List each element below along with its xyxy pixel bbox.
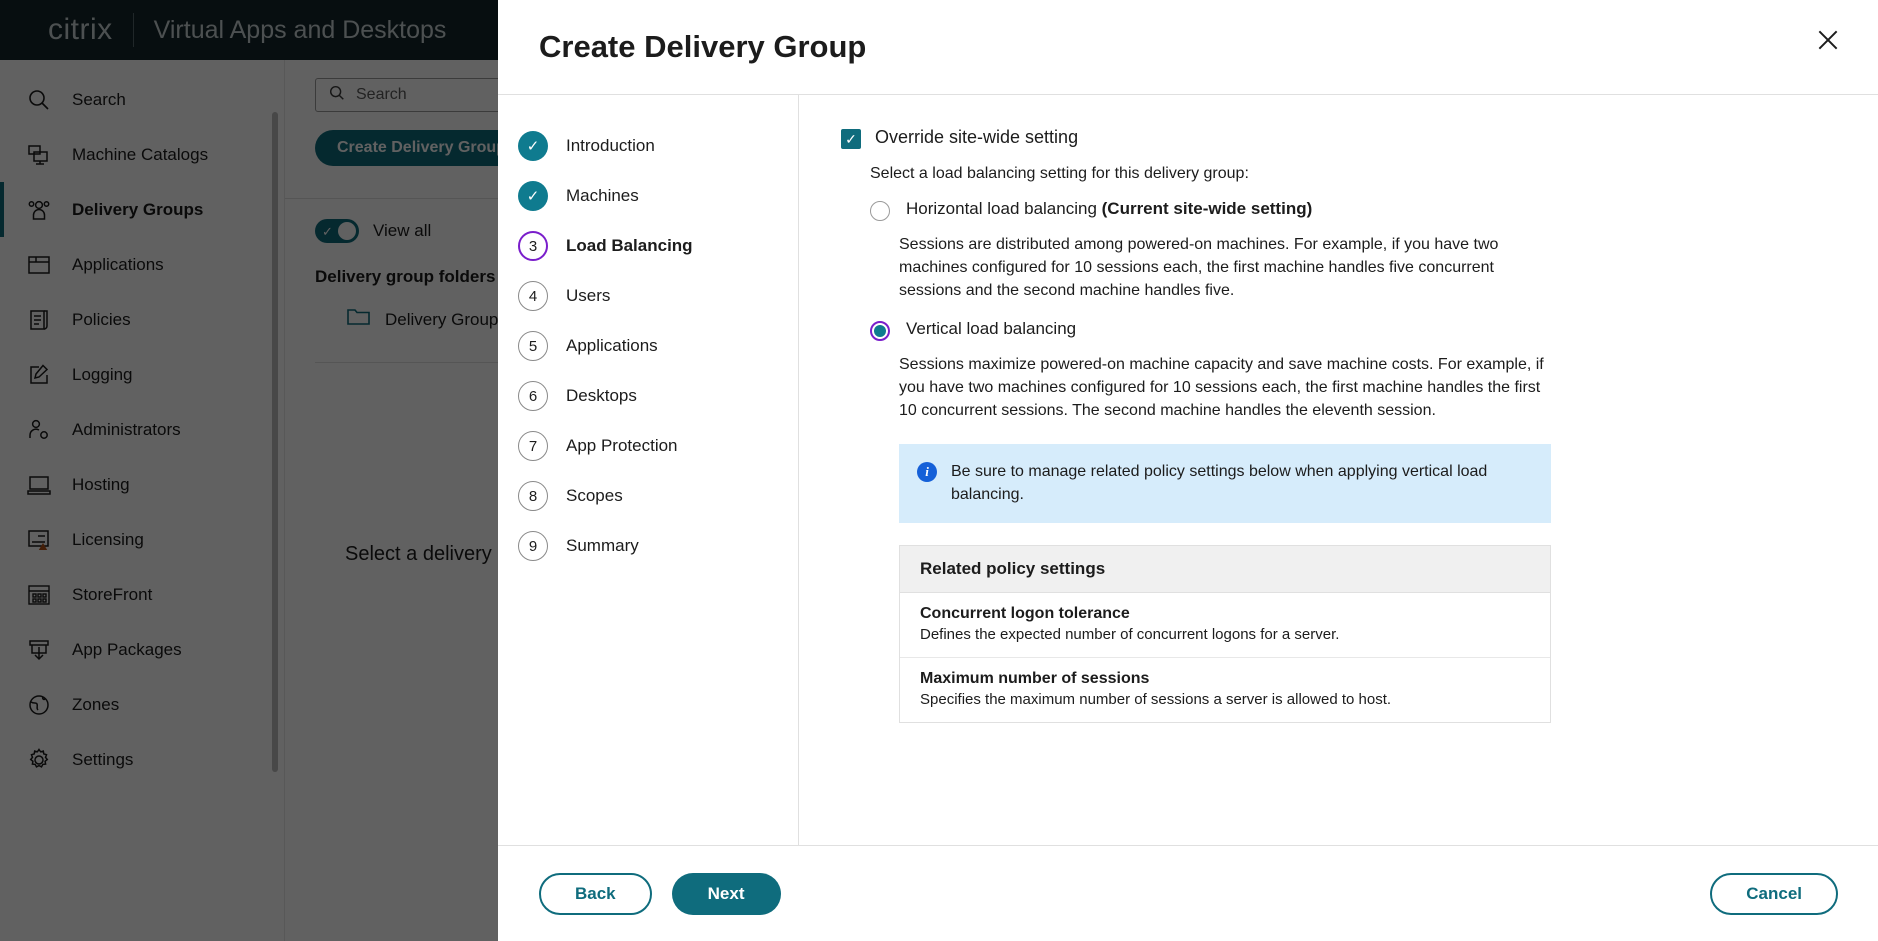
option-vertical-description: Sessions maximize powered-on machine cap… — [899, 353, 1549, 423]
step-badge-number: 7 — [518, 431, 548, 461]
instruction-text: Select a load balancing setting for this… — [870, 165, 1838, 183]
close-icon[interactable] — [1808, 20, 1848, 60]
step-users[interactable]: 4 Users — [498, 271, 798, 321]
next-button[interactable]: Next — [672, 873, 781, 915]
step-app-protection[interactable]: 7 App Protection — [498, 421, 798, 471]
create-delivery-group-dialog: Create Delivery Group ✓ Introduction ✓ M… — [498, 0, 1878, 941]
policy-title: Maximum number of sessions — [920, 670, 1530, 688]
dialog-title: Create Delivery Group — [539, 29, 866, 65]
dialog-footer: Back Next Cancel — [498, 845, 1878, 941]
override-site-wide-row[interactable]: ✓ Override site-wide setting — [841, 127, 1838, 149]
step-label: App Protection — [566, 436, 678, 456]
step-badge-number: 3 — [518, 231, 548, 261]
step-summary[interactable]: 9 Summary — [498, 521, 798, 571]
step-desktops[interactable]: 6 Desktops — [498, 371, 798, 421]
policy-row[interactable]: Maximum number of sessions Specifies the… — [900, 658, 1550, 722]
dialog-header: Create Delivery Group — [498, 0, 1878, 94]
policy-description: Specifies the maximum number of sessions… — [920, 691, 1530, 708]
step-badge-number: 4 — [518, 281, 548, 311]
step-scopes[interactable]: 8 Scopes — [498, 471, 798, 521]
radio-horizontal[interactable] — [870, 201, 890, 221]
step-machines[interactable]: ✓ Machines — [498, 171, 798, 221]
step-label: Applications — [566, 336, 658, 356]
load-balancing-pane: ✓ Override site-wide setting Select a lo… — [799, 95, 1878, 845]
policy-title: Concurrent logon tolerance — [920, 605, 1530, 623]
step-label: Summary — [566, 536, 639, 556]
related-policy-settings-table: Related policy settings Concurrent logon… — [899, 545, 1551, 723]
override-checkbox[interactable]: ✓ — [841, 129, 861, 149]
override-checkbox-label: Override site-wide setting — [875, 127, 1078, 148]
step-applications[interactable]: 5 Applications — [498, 321, 798, 371]
step-badge-check-icon: ✓ — [518, 181, 548, 211]
policy-table-header: Related policy settings — [900, 546, 1550, 593]
step-label: Load Balancing — [566, 236, 693, 256]
step-label: Scopes — [566, 486, 623, 506]
info-banner-text: Be sure to manage related policy setting… — [951, 460, 1533, 506]
step-badge-number: 5 — [518, 331, 548, 361]
step-label: Desktops — [566, 386, 637, 406]
step-introduction[interactable]: ✓ Introduction — [498, 121, 798, 171]
step-label: Users — [566, 286, 610, 306]
wizard-steps: ✓ Introduction ✓ Machines 3 Load Balanci… — [498, 95, 799, 845]
option-horizontal-label: Horizontal load balancing (Current site-… — [906, 199, 1312, 219]
step-load-balancing[interactable]: 3 Load Balancing — [498, 221, 798, 271]
option-horizontal-description: Sessions are distributed among powered-o… — [899, 233, 1549, 303]
step-badge-check-icon: ✓ — [518, 131, 548, 161]
info-icon: i — [917, 462, 937, 482]
step-badge-number: 9 — [518, 531, 548, 561]
step-label: Introduction — [566, 136, 655, 156]
option-vertical-row[interactable]: Vertical load balancing — [870, 319, 1838, 341]
back-button[interactable]: Back — [539, 873, 652, 915]
dialog-body: ✓ Introduction ✓ Machines 3 Load Balanci… — [498, 94, 1878, 845]
radio-vertical[interactable] — [870, 321, 890, 341]
option-horizontal-row[interactable]: Horizontal load balancing (Current site-… — [870, 199, 1838, 221]
option-horizontal-badge: (Current site-wide setting) — [1102, 199, 1313, 218]
cancel-button[interactable]: Cancel — [1710, 873, 1838, 915]
policy-description: Defines the expected number of concurren… — [920, 626, 1530, 643]
step-label: Machines — [566, 186, 639, 206]
info-banner: i Be sure to manage related policy setti… — [899, 444, 1551, 522]
step-badge-number: 8 — [518, 481, 548, 511]
policy-row[interactable]: Concurrent logon tolerance Defines the e… — [900, 593, 1550, 658]
option-horizontal-text: Horizontal load balancing — [906, 199, 1102, 218]
option-vertical-label: Vertical load balancing — [906, 319, 1076, 339]
step-badge-number: 6 — [518, 381, 548, 411]
